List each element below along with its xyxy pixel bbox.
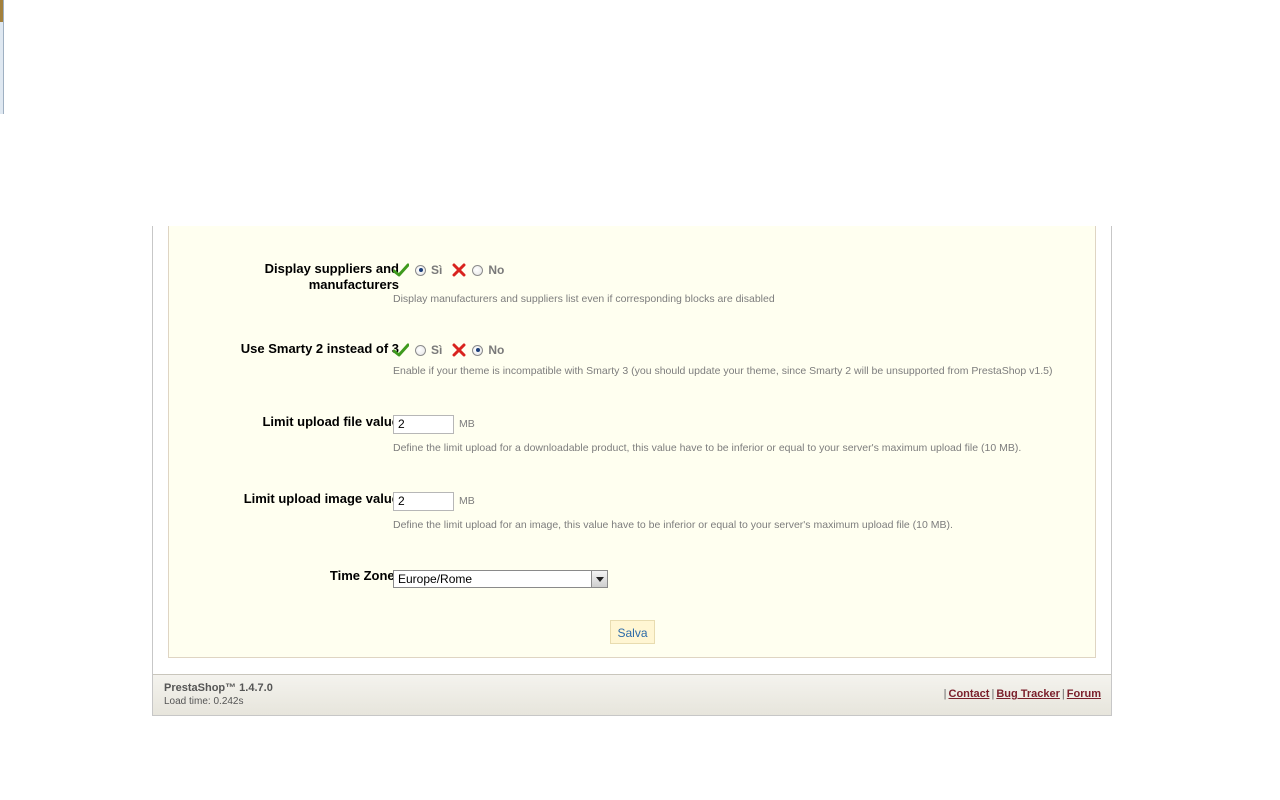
limit-upload-file-unit: MB xyxy=(459,418,475,430)
footer-load-time: Load time: 0.242s xyxy=(164,696,244,707)
footer-link-forum[interactable]: Forum xyxy=(1067,688,1101,700)
display-suppliers-yes-radio[interactable] xyxy=(415,264,426,276)
limit-upload-image-unit: MB xyxy=(459,495,475,507)
footer-separator: | xyxy=(1061,688,1065,700)
limit-upload-image-hint: Define the limit upload for an image, th… xyxy=(393,519,953,531)
footer-links: | Contact | Bug Tracker | Forum xyxy=(942,688,1101,700)
chevron-down-icon[interactable] xyxy=(591,571,607,587)
background-window-edge xyxy=(0,0,4,114)
time-zone-selected-value: Europe/Rome xyxy=(398,572,473,586)
setting-use-smarty2: Use Smarty 2 instead of 3 Sì No Enable i… xyxy=(169,340,1095,380)
check-icon xyxy=(393,343,409,357)
limit-upload-image-input[interactable] xyxy=(393,492,454,511)
limit-upload-file-hint: Define the limit upload for a downloadab… xyxy=(393,442,1022,454)
display-suppliers-yes-label[interactable]: Sì xyxy=(431,263,442,277)
save-button[interactable]: Salva xyxy=(610,620,655,644)
display-suppliers-no-label[interactable]: No xyxy=(488,263,504,277)
check-icon xyxy=(393,263,409,277)
limit-upload-file-label: Limit upload file value xyxy=(262,414,399,429)
display-suppliers-hint: Display manufacturers and suppliers list… xyxy=(393,293,775,305)
use-smarty2-radio-group: Sì No xyxy=(393,342,504,358)
preferences-fieldset: Display suppliers and manufacturers Sì N… xyxy=(168,226,1096,658)
display-suppliers-radio-group: Sì No xyxy=(393,262,504,278)
setting-display-suppliers: Display suppliers and manufacturers Sì N… xyxy=(169,260,1095,310)
use-smarty2-yes-radio[interactable] xyxy=(415,344,426,356)
use-smarty2-no-label[interactable]: No xyxy=(488,343,504,357)
time-zone-label: Time Zone: xyxy=(329,568,399,583)
setting-time-zone: Time Zone: Europe/Rome xyxy=(169,567,1095,591)
display-suppliers-no-radio[interactable] xyxy=(472,264,484,276)
footer-separator: | xyxy=(943,688,947,700)
use-smarty2-yes-label[interactable]: Sì xyxy=(431,343,442,357)
footer-link-bug-tracker[interactable]: Bug Tracker xyxy=(996,688,1060,700)
background-window-edge-cap xyxy=(0,0,3,22)
footer-link-contact[interactable]: Contact xyxy=(949,688,990,700)
setting-limit-upload-image: Limit upload image value MB Define the l… xyxy=(169,490,1095,531)
limit-upload-image-field: MB xyxy=(393,492,475,511)
limit-upload-file-input[interactable] xyxy=(393,415,454,434)
use-smarty2-no-radio[interactable] xyxy=(472,344,484,356)
limit-upload-image-label: Limit upload image value xyxy=(243,491,399,506)
use-smarty2-hint: Enable if your theme is incompatible wit… xyxy=(393,365,1053,377)
footer-brand: PrestaShop™ 1.4.7.0 xyxy=(164,682,273,694)
admin-page: Display suppliers and manufacturers Sì N… xyxy=(152,226,1112,716)
setting-limit-upload-file: Limit upload file value MB Define the li… xyxy=(169,413,1095,454)
display-suppliers-label: Display suppliers and manufacturers xyxy=(179,261,399,293)
footer: PrestaShop™ 1.4.7.0 Load time: 0.242s | C… xyxy=(153,674,1111,715)
use-smarty2-label: Use Smarty 2 instead of 3 xyxy=(240,341,399,356)
time-zone-select[interactable]: Europe/Rome xyxy=(393,570,608,588)
cross-icon xyxy=(452,263,466,277)
display-suppliers-label-line2: manufacturers xyxy=(308,277,399,292)
limit-upload-file-field: MB xyxy=(393,415,475,434)
cross-icon xyxy=(452,343,466,357)
display-suppliers-label-line1: Display suppliers and xyxy=(264,261,399,276)
